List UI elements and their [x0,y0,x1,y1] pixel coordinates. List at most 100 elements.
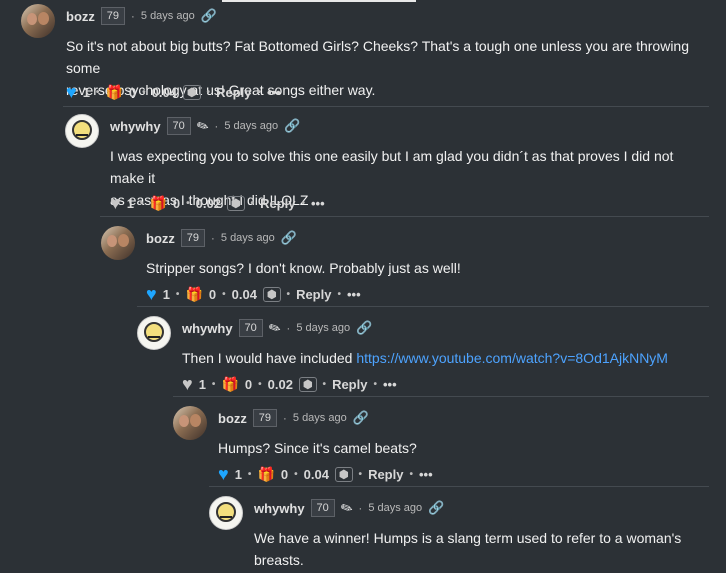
reply-button[interactable]: Reply [332,377,367,392]
author-name[interactable]: whywhy [110,119,161,134]
more-options-button[interactable]: ••• [419,467,433,482]
separator-dot: · [358,501,363,515]
separator-dot: • [258,378,262,390]
separator-dot: • [186,197,190,209]
gift-icon[interactable]: 🎁 [257,466,274,483]
permalink-icon[interactable]: 🔗 [428,500,444,516]
permalink-icon[interactable]: 🔗 [353,410,369,426]
separator-dot: • [337,288,341,300]
timestamp[interactable]: 5 days ago [224,120,278,132]
separator-dot: • [294,468,298,480]
avatar[interactable] [173,406,207,440]
feather-icon: ✎ [337,497,355,518]
reply-button[interactable]: Reply [368,467,403,482]
avatar[interactable] [65,114,99,148]
gift-count: 0 [128,84,137,100]
permalink-icon[interactable]: 🔗 [201,8,217,24]
vote-count[interactable]: 1 [83,85,90,100]
action-bar: ♥ 1 • 🎁 0 • 0.02 ⬢ • Reply • ••• [110,193,325,213]
avatar[interactable] [137,316,171,350]
comment-body: Humps? Since it's camel beats? [218,437,417,459]
comment-meta: bozz 79 · 5 days ago 🔗 [146,228,297,248]
gift-icon[interactable]: 🎁 [149,195,166,212]
upvote-heart-icon[interactable]: ♥ [110,194,121,212]
comment-meta: whywhy 70 ✎ · 5 days ago 🔗 [182,318,372,338]
more-options-button[interactable]: ••• [347,287,361,302]
author-name[interactable]: whywhy [182,321,233,336]
comment-divider [63,106,709,107]
separator-dot: • [358,468,363,480]
reputation-badge: 79 [100,7,125,25]
vote-count[interactable]: 1 [235,467,242,482]
hive-icon: ⬢ [226,195,245,211]
author-name[interactable]: bozz [218,411,247,426]
gift-count: 0 [244,376,253,392]
payout-amount[interactable]: 0.04 [232,287,257,302]
avatar[interactable] [101,226,135,260]
timestamp[interactable]: 5 days ago [221,232,275,244]
reply-button[interactable]: Reply [296,287,331,302]
hive-icon: ⬢ [334,466,353,482]
comment-meta: bozz 79 · 5 days ago 🔗 [66,6,217,26]
separator-dot: • [257,86,261,98]
comment-body: Stripper songs? I don't know. Probably j… [146,257,461,279]
author-name[interactable]: bozz [66,9,95,24]
timestamp[interactable]: 5 days ago [293,412,347,424]
reply-button[interactable]: Reply [260,196,295,211]
upvote-heart-icon[interactable]: ♥ [182,375,193,393]
timestamp[interactable]: 5 days ago [368,502,422,514]
separator-dot: • [175,288,180,300]
body-text: Then I would have included [182,350,357,366]
gift-icon[interactable]: 🎁 [221,376,238,393]
separator-dot: • [222,288,226,300]
reply-button[interactable]: Reply [216,85,251,100]
vote-count[interactable]: 1 [163,287,170,302]
separator-dot: • [247,468,252,480]
comment-2: whywhy 70 ✎ · 5 days ago 🔗 I was expecti… [65,114,711,224]
vote-count[interactable]: 1 [127,196,134,211]
hive-icon: ⬢ [182,84,201,100]
upvote-heart-icon[interactable]: ♥ [218,465,229,483]
gift-icon[interactable]: 🎁 [185,286,202,303]
comment-1: bozz 79 · 5 days ago 🔗 So it's not about… [21,4,711,114]
author-name[interactable]: whywhy [254,501,305,516]
separator-dot: • [95,86,100,98]
gift-count: 0 [280,466,289,482]
comment-body: Then I would have included https://www.y… [182,347,668,369]
more-options-button[interactable]: ••• [311,196,325,211]
more-options-button[interactable]: ••• [267,85,281,100]
timestamp[interactable]: 5 days ago [141,10,195,22]
author-name[interactable]: bozz [146,231,175,246]
gift-icon[interactable]: 🎁 [105,84,122,101]
body-line: So it's not about big butts? Fat Bottome… [66,38,690,76]
payout-amount[interactable]: 0.04 [152,85,177,100]
body-line: Stripper songs? I don't know. Probably j… [146,260,461,276]
separator-dot: • [142,86,146,98]
permalink-icon[interactable]: 🔗 [356,320,372,336]
hive-icon: ⬢ [262,286,281,302]
payout-amount[interactable]: 0.04 [304,467,329,482]
separator-dot: • [322,378,327,390]
avatar[interactable] [209,496,243,530]
comment-meta: whywhy 70 ✎ · 5 days ago 🔗 [110,116,300,136]
avatar[interactable] [21,4,55,38]
reputation-badge: 70 [238,319,263,337]
permalink-icon[interactable]: 🔗 [284,118,300,134]
vote-count[interactable]: 1 [199,377,206,392]
youtube-link[interactable]: https://www.youtube.com/watch?v=8Od1AjkN… [356,350,668,366]
payout-amount[interactable]: 0.02 [268,377,293,392]
comment-body: We have a winner! Humps is a slang term … [254,527,681,571]
feather-icon: ✎ [193,115,211,136]
payout-amount[interactable]: 0.02 [196,196,221,211]
upvote-heart-icon[interactable]: ♥ [146,285,157,303]
permalink-icon[interactable]: 🔗 [281,230,297,246]
reputation-badge: 79 [252,409,277,427]
separator-dot: · [214,119,219,133]
separator-dot: • [373,378,377,390]
upvote-heart-icon[interactable]: ♥ [66,83,77,101]
reputation-badge: 70 [310,499,335,517]
timestamp[interactable]: 5 days ago [296,322,350,334]
comment-meta: whywhy 70 ✎ · 5 days ago 🔗 [254,498,444,518]
more-options-button[interactable]: ••• [383,377,397,392]
comment-6: whywhy 70 ✎ · 5 days ago 🔗 We have a win… [209,496,711,573]
